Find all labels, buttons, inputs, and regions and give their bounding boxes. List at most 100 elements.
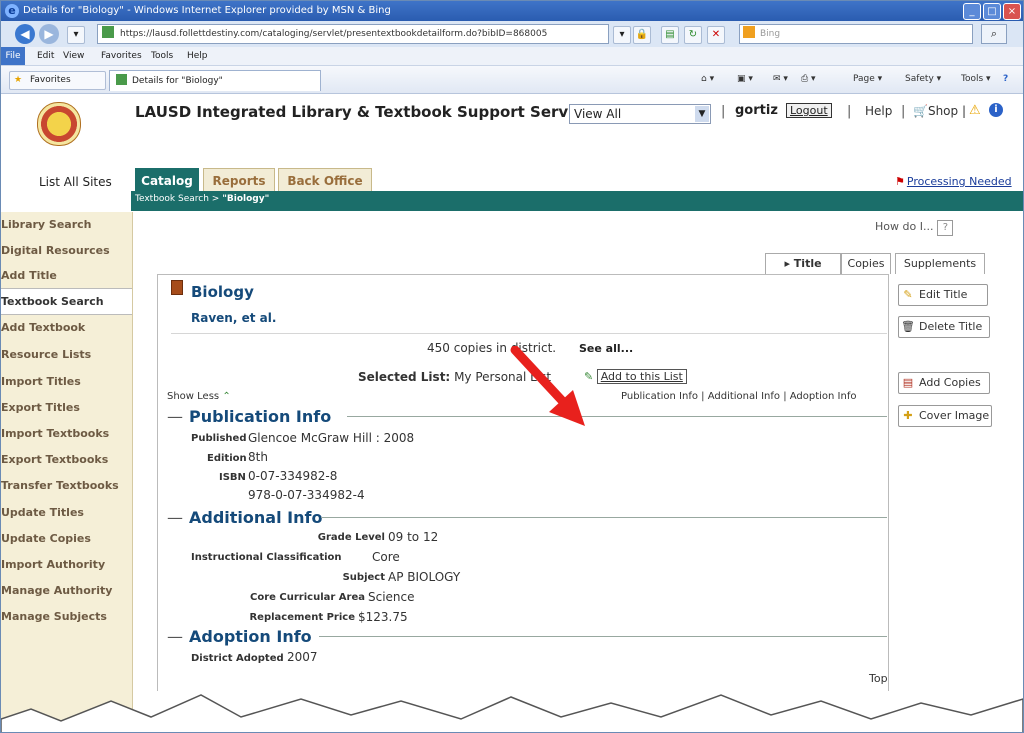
shop-link[interactable]: 🛒Shop | <box>913 104 966 118</box>
how-do-i-link[interactable]: How do I...? <box>875 220 954 236</box>
print-icon[interactable]: ⎙ ▾ <box>801 74 816 84</box>
tools-menu[interactable]: Tools ▾ <box>961 74 991 84</box>
favorites-label: Favorites <box>30 75 71 85</box>
breadcrumb-current: "Biology" <box>222 194 270 204</box>
add-copies-button[interactable]: ▤ Add Copies <box>898 372 990 394</box>
sidebar-item-manage-authority[interactable]: Manage Authority <box>1 578 132 603</box>
menu-help[interactable]: Help <box>187 47 208 65</box>
maximize-button[interactable]: □ <box>983 3 1001 20</box>
menu-favorites[interactable]: Favorites <box>101 47 142 65</box>
edition-label: Edition <box>207 453 247 464</box>
menu-edit[interactable]: Edit <box>37 47 54 65</box>
tab-copies[interactable]: Copies <box>841 253 891 274</box>
breadcrumb-link[interactable]: Textbook Search > <box>135 194 222 204</box>
lock-icon[interactable]: 🔒 <box>633 26 651 44</box>
sidebar-item-import-authority[interactable]: Import Authority <box>1 552 132 577</box>
sidebar-item-library-search[interactable]: Library Search <box>1 212 132 237</box>
tab-title-details[interactable]: ▸ Title Details <box>765 253 841 290</box>
replacement-price-value: $123.75 <box>358 610 408 624</box>
header-separator: | <box>847 104 852 119</box>
info-icon[interactable]: i <box>989 103 1003 117</box>
warning-icon[interactable]: ⚠ <box>969 103 981 118</box>
pencil-icon: ✎ <box>903 288 913 301</box>
menu-view[interactable]: View <box>63 47 84 65</box>
add-image-icon: ✚ <box>903 409 913 422</box>
section-links[interactable]: Publication Info | Additional Info | Ado… <box>621 391 856 402</box>
address-field[interactable]: https://lausd.follettdestiny.com/catalog… <box>97 24 609 44</box>
chevron-down-icon: ▼ <box>695 106 709 122</box>
section-publication-heading: — Publication Info <box>167 407 332 426</box>
help-icon[interactable]: ? <box>1003 74 1008 84</box>
sidebar-item-manage-subjects[interactable]: Manage Subjects <box>1 604 132 629</box>
published-label: Published <box>191 433 247 444</box>
books-icon: ▤ <box>902 376 914 389</box>
list-all-sites-link[interactable]: List All Sites <box>39 175 112 189</box>
add-to-list-label: Add to this List <box>596 369 687 384</box>
sidebar-item-import-titles[interactable]: Import Titles <box>1 369 132 394</box>
browser-tab[interactable]: Details for "Biology" <box>109 70 321 91</box>
annotation-arrow-icon <box>510 346 585 426</box>
edit-title-label: Edit Title <box>919 288 968 301</box>
trash-icon: 🗑 <box>901 320 915 333</box>
sidebar-item-transfer-textbooks[interactable]: Transfer Textbooks <box>1 473 132 498</box>
section-rule <box>319 636 887 637</box>
view-select[interactable]: View All ▼ <box>569 104 711 124</box>
tab-back-office[interactable]: Back Office <box>278 168 372 191</box>
page-menu[interactable]: Page ▾ <box>853 74 882 84</box>
cover-image-label: Cover Image <box>919 409 990 422</box>
logout-button[interactable]: Logout <box>786 103 832 118</box>
address-dropdown-icon[interactable]: ▾ <box>613 26 631 44</box>
favorites-button[interactable]: ★ Favorites <box>9 71 106 90</box>
home-icon[interactable]: ⌂ ▾ <box>701 74 714 84</box>
show-less-label: Show Less <box>167 391 220 402</box>
menu-file[interactable]: File <box>1 47 25 65</box>
mail-icon[interactable]: ✉ ▾ <box>773 74 788 84</box>
processing-needed-link[interactable]: ⚑ Processing Needed <box>895 175 1012 188</box>
view-select-value: View All <box>574 107 622 121</box>
sidebar-item-import-textbooks[interactable]: Import Textbooks <box>1 421 132 446</box>
sidebar-item-resource-lists[interactable]: Resource Lists <box>1 342 132 367</box>
sidebar-item-export-titles[interactable]: Export Titles <box>1 395 132 420</box>
back-button[interactable]: ◀ <box>15 24 35 44</box>
minimize-button[interactable]: _ <box>963 3 981 20</box>
tab-catalog[interactable]: Catalog <box>135 168 199 191</box>
safety-menu[interactable]: Safety ▾ <box>905 74 941 84</box>
close-window-button[interactable]: × <box>1003 3 1021 20</box>
cart-icon: 🛒 <box>913 104 928 118</box>
search-input[interactable]: Bing <box>739 24 973 44</box>
compatibility-icon[interactable]: ▤ <box>661 26 679 44</box>
sidebar-item-add-title[interactable]: Add Title <box>1 263 132 288</box>
sidebar-item-export-textbooks[interactable]: Export Textbooks <box>1 447 132 472</box>
help-link[interactable]: Help <box>865 104 892 118</box>
sidebar-item-update-copies[interactable]: Update Copies <box>1 526 132 551</box>
tab-reports[interactable]: Reports <box>203 168 275 191</box>
web-page: LAUSD Integrated Library & Textbook Supp… <box>1 94 1023 732</box>
isbn-label: ISBN <box>219 472 246 483</box>
tab-supplements[interactable]: Supplements <box>895 253 985 274</box>
district-adopted-label: District Adopted <box>191 653 284 664</box>
edit-title-button[interactable]: ✎ Edit Title <box>898 284 988 306</box>
how-do-i-label: How do I... <box>875 220 934 233</box>
show-less-link[interactable]: Show Less ⌃ <box>167 391 231 402</box>
delete-title-button[interactable]: 🗑 Delete Title <box>898 316 990 338</box>
refresh-icon[interactable]: ↻ <box>684 26 702 44</box>
section-rule <box>321 517 887 518</box>
forward-button[interactable]: ▶ <box>39 24 59 44</box>
sidebar-item-digital-resources[interactable]: Digital Resources <box>1 238 132 263</box>
cover-image-button[interactable]: ✚ Cover Image <box>898 405 992 427</box>
feeds-icon[interactable]: ▣ ▾ <box>737 74 753 84</box>
stop-icon[interactable]: ✕ <box>707 26 725 44</box>
search-icon[interactable]: ⌕ <box>981 24 1007 44</box>
sidebar-item-add-textbook[interactable]: Add Textbook <box>1 315 132 340</box>
header-separator: | <box>901 104 906 119</box>
breadcrumb: Textbook Search > "Biology" <box>135 194 269 204</box>
sidebar-item-textbook-search[interactable]: Textbook Search <box>1 288 132 315</box>
add-copies-label: Add Copies <box>919 376 981 389</box>
sidebar-item-update-titles[interactable]: Update Titles <box>1 500 132 525</box>
menu-tools[interactable]: Tools <box>151 47 173 65</box>
recent-pages-icon[interactable]: ▾ <box>67 26 85 44</box>
isbn-value-2: 978-0-07-334982-4 <box>248 488 365 502</box>
book-author: Raven, et al. <box>191 311 277 325</box>
add-to-list-button[interactable]: ✎ Add to this List <box>584 369 687 384</box>
flag-icon: ⚑ <box>895 175 905 188</box>
